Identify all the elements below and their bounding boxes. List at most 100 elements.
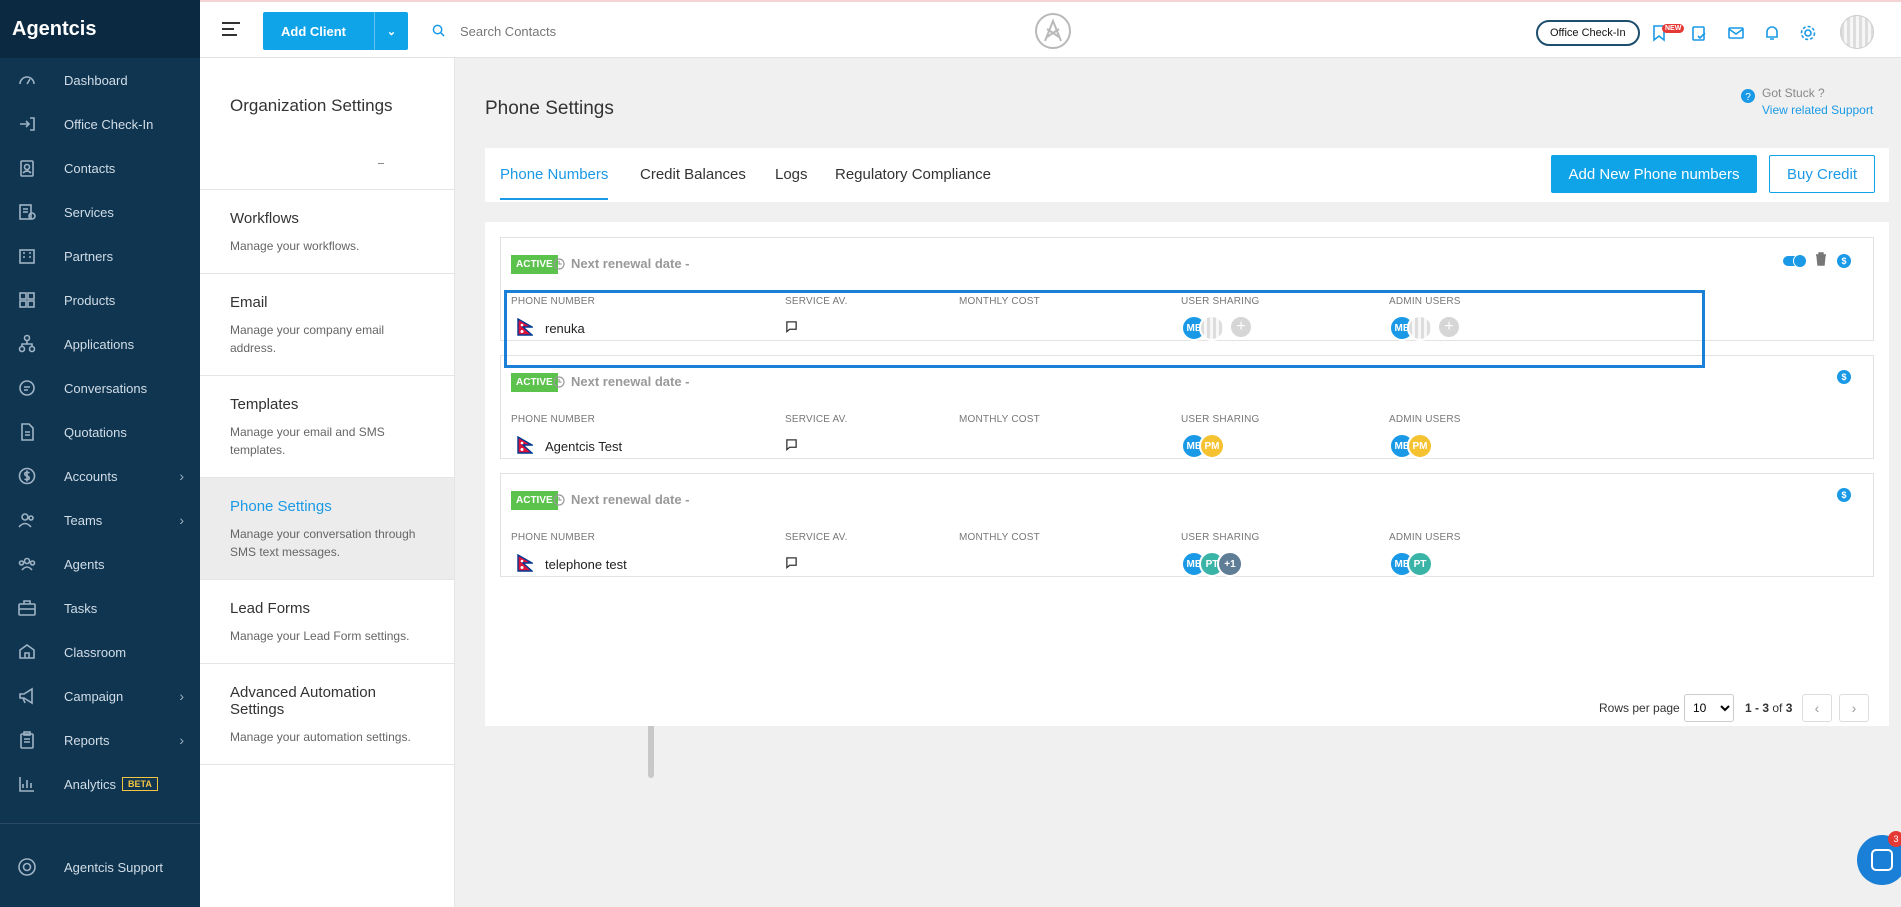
col-admin-users: ADMIN USERS	[1389, 414, 1461, 425]
document-icon	[16, 421, 38, 443]
tab-logs[interactable]: Logs	[775, 166, 808, 183]
dollar-icon	[16, 465, 38, 487]
tab-phone-numbers[interactable]: Phone Numbers	[500, 166, 609, 200]
card-actions: $	[1783, 252, 1851, 269]
agents-icon	[16, 553, 38, 575]
sidebar-item-products[interactable]: Products	[0, 278, 200, 322]
col-service: SERVICE AV.	[785, 296, 848, 307]
add-phone-number-button[interactable]: Add New Phone numbers	[1551, 155, 1757, 193]
sidebar-item-dashboard[interactable]: Dashboard	[0, 58, 200, 102]
dollar-icon[interactable]: $	[1837, 370, 1851, 384]
sidebar-item-applications[interactable]: Applications	[0, 322, 200, 366]
avatar-user-pm: PM	[1407, 433, 1433, 459]
chevron-down-icon[interactable]: ⌄	[374, 12, 408, 50]
settings-list: Workflows Manage your workflows. Email Mana…	[200, 190, 454, 765]
user-sharing-avatars: ME PT +1	[1181, 551, 1243, 577]
status-toggle[interactable]	[1783, 253, 1807, 268]
sidebar-item-classroom[interactable]: Classroom	[0, 630, 200, 674]
settings-item-advanced-automation-settings[interactable]: Advanced Automation Settings Manage your …	[200, 664, 454, 765]
megaphone-icon	[16, 685, 38, 707]
next-page-button[interactable]: ›	[1839, 694, 1869, 722]
sidebar-item-agents[interactable]: Agents	[0, 542, 200, 586]
sidebar-item-conversations[interactable]: Conversations	[0, 366, 200, 410]
search-input[interactable]	[460, 18, 760, 44]
settings-item-phone-settings[interactable]: Phone Settings Manage your conversation t…	[200, 478, 454, 580]
sidebar-item-partners[interactable]: Partners	[0, 234, 200, 278]
tab-credit-balances[interactable]: Credit Balances	[640, 166, 746, 183]
sidebar-item-label: Classroom	[64, 644, 127, 660]
status-badge: ACTIVE	[511, 373, 558, 392]
settings-item-desc: Manage your Lead Form settings.	[230, 629, 410, 643]
dollar-icon[interactable]: $	[1837, 253, 1851, 268]
sms-icon	[785, 320, 798, 336]
admin-user-avatars: ME +	[1389, 315, 1461, 341]
status-badge: ACTIVE	[511, 255, 558, 274]
phone-number-card[interactable]: ACTIVE Next renewal date - $ PHONE NUMBER SE…	[500, 355, 1874, 459]
settings-item-lead-forms[interactable]: Lead Forms Manage your Lead Form settings…	[200, 580, 454, 664]
col-phone-number: PHONE NUMBER	[511, 296, 596, 307]
prev-page-button[interactable]: ‹	[1802, 694, 1832, 722]
gear-icon[interactable]	[1799, 24, 1817, 42]
settings-item-title: Lead Forms	[230, 600, 311, 617]
sidebar-item-support[interactable]: Agentcis Support	[0, 845, 200, 889]
dollar-icon[interactable]: $	[1837, 488, 1851, 502]
col-phone-number: PHONE NUMBER	[511, 532, 596, 543]
avatar-add-user[interactable]: +	[1437, 315, 1461, 339]
phone-number-card[interactable]: ACTIVE Next renewal date - $ PHONE NUMBER SE…	[500, 473, 1874, 577]
brand-logo[interactable]: Agentcis	[0, 0, 200, 58]
mail-icon[interactable]	[1727, 24, 1745, 42]
sidebar-item-label: Campaign	[64, 688, 124, 704]
tab-regulatory-compliance[interactable]: Regulatory Compliance	[835, 166, 991, 183]
clock-icon	[553, 493, 565, 506]
avatar-user-more-1: +1	[1217, 551, 1243, 577]
settings-item-templates[interactable]: Templates Manage your email and SMS templ…	[200, 376, 454, 478]
add-client-button[interactable]: Add Client ⌄	[263, 12, 408, 50]
notification-icon[interactable]	[1763, 24, 1781, 42]
settings-item-title: Advanced Automation Settings	[230, 684, 376, 718]
col-user-sharing: USER SHARING	[1181, 532, 1260, 543]
renewal-date: Next renewal date -	[553, 374, 690, 389]
view-support-link[interactable]: View related Support	[1762, 103, 1873, 117]
sidebar-item-office-check-in[interactable]: Office Check-In	[0, 102, 200, 146]
help-question: Got Stuck ?	[1762, 86, 1825, 100]
sidebar-item-accounts[interactable]: Accounts ›	[0, 454, 200, 498]
sidebar-item-contacts[interactable]: Contacts	[0, 146, 200, 190]
top-bar: Add Client ⌄ Office Check-In NEW	[200, 0, 1901, 58]
lifebuoy-icon	[16, 856, 38, 878]
office-checkin-button[interactable]: Office Check-In	[1536, 20, 1640, 46]
avatar-user-pm: PM	[1199, 433, 1225, 459]
sidebar-item-quotations[interactable]: Quotations	[0, 410, 200, 454]
settings-title: Organization Settings	[230, 96, 393, 115]
nepal-flag-icon	[517, 435, 545, 457]
settings-item-workflows[interactable]: Workflows Manage your workflows.	[200, 190, 454, 274]
sidebar-item-tasks[interactable]: Tasks	[0, 586, 200, 630]
col-monthly-cost: MONTHLY COST	[959, 414, 1040, 425]
avatar-add-user[interactable]: +	[1229, 315, 1253, 339]
trash-icon[interactable]	[1815, 252, 1827, 269]
clock-icon	[553, 375, 565, 388]
sidebar-item-campaign[interactable]: Campaign ›	[0, 674, 200, 718]
flow-icon	[16, 333, 38, 355]
menu-icon[interactable]	[222, 22, 240, 40]
nepal-flag-icon	[517, 553, 545, 575]
task-check-icon[interactable]	[1690, 24, 1708, 42]
phone-number-card[interactable]: ACTIVE Next renewal date - $ PHONE NUMBER SE…	[500, 237, 1874, 341]
buy-credit-button[interactable]: Buy Credit	[1769, 155, 1875, 193]
settings-item-title: Templates	[230, 396, 299, 413]
add-client-label: Add Client	[281, 23, 346, 39]
rows-per-page-select[interactable]: 10	[1684, 694, 1734, 722]
sidebar-item-reports[interactable]: Reports ›	[0, 718, 200, 762]
sidebar-item-services[interactable]: Services	[0, 190, 200, 234]
sidebar-item-label: Quotations	[64, 424, 127, 440]
col-admin-users: ADMIN USERS	[1389, 296, 1461, 307]
clock-icon	[553, 257, 565, 270]
phone-number-name: Agentcis Test	[517, 435, 622, 457]
settings-item-email[interactable]: Email Manage your company email address.	[200, 274, 454, 376]
user-avatar[interactable]	[1840, 15, 1874, 49]
sidebar-item-label: Office Check-In	[64, 116, 154, 132]
settings-list-top	[200, 156, 454, 190]
settings-item-desc: Manage your automation settings.	[230, 730, 411, 744]
rows-per-page-label: Rows per page	[1599, 701, 1680, 715]
sidebar-item-teams[interactable]: Teams ›	[0, 498, 200, 542]
sidebar-item-analytics[interactable]: Analytics BETA	[0, 762, 200, 806]
